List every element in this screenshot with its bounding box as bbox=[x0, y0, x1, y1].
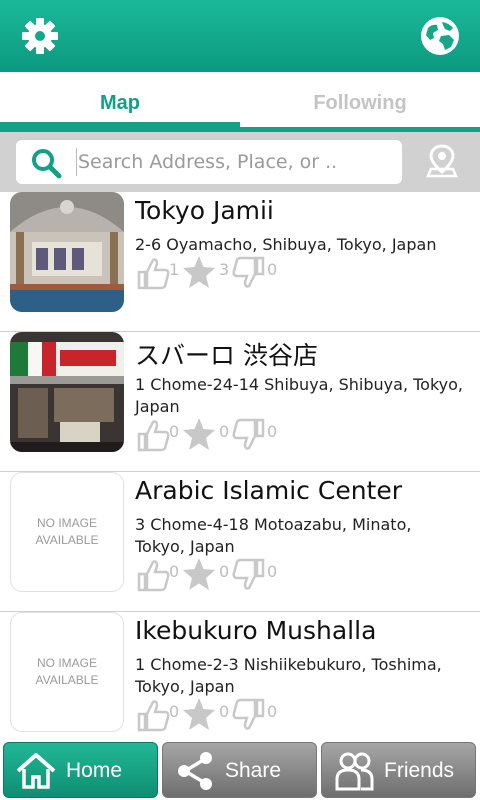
thumbs-down-icon[interactable] bbox=[231, 696, 267, 734]
place-name: Tokyo Jamii bbox=[135, 196, 274, 225]
star-icon[interactable] bbox=[181, 556, 217, 594]
stars-count: 0 bbox=[219, 422, 230, 441]
place-name: スバーロ 渋谷店 bbox=[135, 341, 318, 370]
home-icon bbox=[16, 753, 56, 789]
thumbs-up-icon[interactable] bbox=[135, 556, 171, 594]
no-image-text: NO IMAGE AVAILABLE bbox=[35, 656, 99, 687]
storefront-image bbox=[10, 332, 124, 452]
place-address: 2-6 Oyamacho, Shibuya, Tokyo, Japan bbox=[135, 235, 437, 254]
star-icon[interactable] bbox=[181, 416, 217, 454]
place-stats: 0 0 0 bbox=[135, 696, 335, 736]
star-icon[interactable] bbox=[181, 254, 217, 292]
place-stats: 1 3 0 bbox=[135, 254, 335, 294]
stars-count: 0 bbox=[219, 702, 230, 721]
friends-icon bbox=[335, 752, 374, 791]
place-photo bbox=[10, 332, 124, 452]
thumbs-down-icon[interactable] bbox=[231, 254, 267, 292]
top-app-bar bbox=[0, 0, 480, 72]
place-item[interactable]: NO IMAGE AVAILABLE Ikebukuro Mushalla 1 … bbox=[0, 612, 480, 740]
place-stats: 0 0 0 bbox=[135, 416, 335, 456]
likes-count: 0 bbox=[169, 422, 180, 441]
place-item[interactable]: スバーロ 渋谷店 1 Chome-24-14 Shibuya, Shibuya,… bbox=[0, 332, 480, 472]
thumbs-down-icon[interactable] bbox=[231, 416, 267, 454]
search-input[interactable] bbox=[78, 140, 394, 184]
stars-count: 0 bbox=[219, 562, 230, 581]
thumbs-down-icon[interactable] bbox=[231, 556, 267, 594]
nav-share-label: Share bbox=[225, 759, 282, 782]
dislikes-count: 0 bbox=[267, 562, 278, 581]
place-stats: 0 0 0 bbox=[135, 556, 335, 596]
place-item[interactable]: NO IMAGE AVAILABLE Arabic Islamic Center… bbox=[0, 472, 480, 612]
globe-icon bbox=[421, 17, 459, 55]
search-separator bbox=[76, 148, 77, 176]
settings-button[interactable] bbox=[18, 14, 62, 58]
nav-home-button[interactable]: Home bbox=[3, 742, 158, 798]
bottom-navigation: Home Share Friends bbox=[0, 740, 480, 800]
star-icon[interactable] bbox=[181, 696, 217, 734]
language-button[interactable] bbox=[418, 14, 462, 58]
no-image-text: NO IMAGE AVAILABLE bbox=[35, 516, 99, 547]
dislikes-count: 0 bbox=[267, 260, 278, 279]
nav-friends-label: Friends bbox=[384, 759, 455, 782]
mosque-interior-image bbox=[10, 192, 124, 312]
dislikes-count: 0 bbox=[267, 702, 278, 721]
place-name: Ikebukuro Mushalla bbox=[135, 616, 377, 645]
place-name: Arabic Islamic Center bbox=[135, 476, 403, 505]
tab-following[interactable]: Following bbox=[240, 72, 480, 132]
thumbs-up-icon[interactable] bbox=[135, 416, 171, 454]
no-image-placeholder: NO IMAGE AVAILABLE bbox=[10, 472, 124, 592]
likes-count: 0 bbox=[169, 562, 180, 581]
nav-share-button[interactable]: Share bbox=[162, 742, 317, 798]
search-bar bbox=[0, 132, 480, 192]
location-pin-icon bbox=[426, 144, 458, 178]
nav-home-label: Home bbox=[66, 759, 123, 782]
place-address: 3 Chome-4-18 Motoazabu, Minato, Tokyo, J… bbox=[135, 515, 412, 556]
active-tab-indicator bbox=[0, 122, 240, 132]
likes-count: 1 bbox=[169, 260, 180, 279]
share-icon bbox=[178, 752, 212, 790]
place-address: 1 Chome-2-3 Nishiikebukuro, Toshima, Tok… bbox=[135, 655, 442, 696]
no-image-placeholder: NO IMAGE AVAILABLE bbox=[10, 612, 124, 732]
dislikes-count: 0 bbox=[267, 422, 278, 441]
stars-count: 3 bbox=[219, 260, 230, 279]
search-box bbox=[16, 140, 402, 184]
likes-count: 0 bbox=[169, 702, 180, 721]
place-address: 1 Chome-24-14 Shibuya, Shibuya, Tokyo, J… bbox=[135, 375, 463, 416]
gear-icon bbox=[22, 18, 58, 54]
search-icon[interactable] bbox=[30, 147, 62, 179]
thumbs-up-icon[interactable] bbox=[135, 696, 171, 734]
thumbs-up-icon[interactable] bbox=[135, 254, 171, 292]
places-list: Tokyo Jamii 2-6 Oyamacho, Shibuya, Tokyo… bbox=[0, 192, 480, 740]
place-item[interactable]: Tokyo Jamii 2-6 Oyamacho, Shibuya, Tokyo… bbox=[0, 192, 480, 332]
place-photo bbox=[10, 192, 124, 312]
nav-friends-button[interactable]: Friends bbox=[321, 742, 476, 798]
my-location-button[interactable] bbox=[424, 142, 460, 182]
